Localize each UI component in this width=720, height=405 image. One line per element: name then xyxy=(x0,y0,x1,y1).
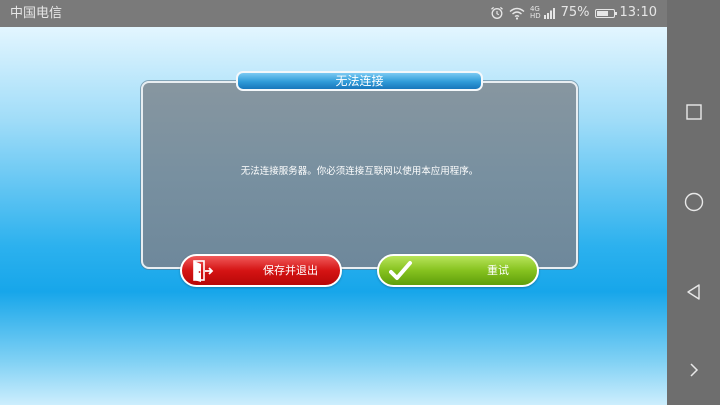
battery-percent: 75% xyxy=(560,5,590,20)
back-button[interactable] xyxy=(667,272,720,312)
carrier-name: 中国电信 xyxy=(10,6,63,21)
alarm-icon xyxy=(490,6,504,20)
dialog-title: 无法连接 xyxy=(236,71,483,91)
checkmark-icon xyxy=(389,259,413,283)
dialog-message: 无法连接服务器。你必须连接互联网以使用本应用程序。 xyxy=(240,166,479,177)
retry-label: 重试 xyxy=(487,264,509,277)
navigation-bar xyxy=(667,0,720,405)
battery-icon xyxy=(594,8,617,18)
save-and-exit-label: 保存并退出 xyxy=(263,264,318,277)
triangle-back-icon xyxy=(685,283,703,301)
wifi-icon xyxy=(509,7,525,20)
recent-apps-button[interactable] xyxy=(667,92,720,132)
battery-fill xyxy=(596,10,609,16)
signal-icon xyxy=(543,7,556,19)
clock-time: 13:10 xyxy=(619,5,657,20)
save-and-exit-button[interactable]: 保存并退出 xyxy=(180,254,342,287)
signal-type-label: 4G HD xyxy=(530,6,541,20)
status-icons: 4G HD 75% 13:10 xyxy=(490,5,657,21)
screen: 中国电信 4G HD 75% 13:10 无法连接 无法连接服务器。你必须连接互… xyxy=(0,0,720,405)
exit-door-icon xyxy=(192,259,214,283)
square-recent-apps-icon xyxy=(685,104,702,120)
retry-button[interactable]: 重试 xyxy=(377,254,539,287)
status-bar: 中国电信 4G HD 75% 13:10 xyxy=(0,0,667,27)
chevron-right-icon xyxy=(688,362,700,378)
circle-home-icon xyxy=(684,192,704,212)
signal-label-bottom: HD xyxy=(529,12,541,20)
home-button[interactable] xyxy=(667,182,720,222)
expand-nav-button[interactable] xyxy=(667,350,720,390)
